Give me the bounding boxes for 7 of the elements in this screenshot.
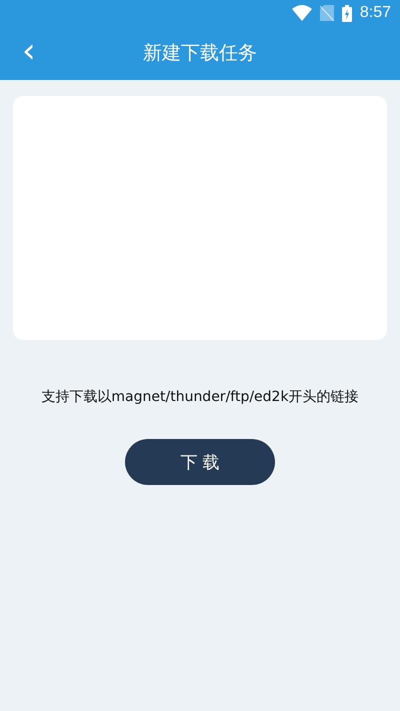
battery-charging-icon xyxy=(342,4,352,22)
hint-text: 支持下载以magnet/thunder/ftp/ed2k开头的链接 xyxy=(41,388,359,406)
page-title: 新建下载任务 xyxy=(143,41,257,66)
wifi-icon xyxy=(292,5,312,21)
download-button[interactable]: 下 载 xyxy=(125,439,275,485)
no-sim-icon xyxy=(320,5,334,21)
status-time: 8:57 xyxy=(360,4,391,22)
